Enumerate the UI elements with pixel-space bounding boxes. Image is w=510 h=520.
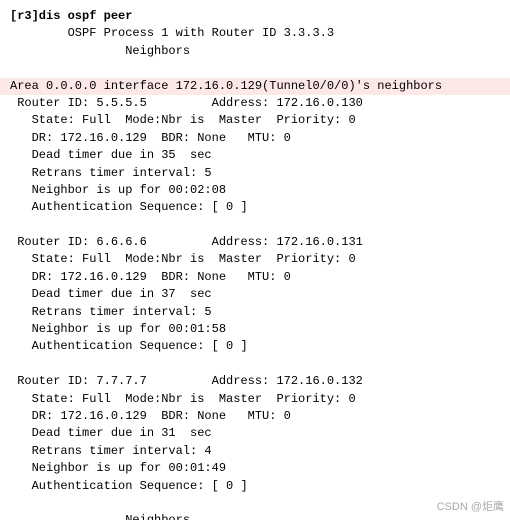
header2: Neighbors [10,43,500,60]
router3-id: Router ID: 7.7.7.7 Address: 172.16.0.132 [10,373,500,390]
router1-id: Router ID: 5.5.5.5 Address: 172.16.0.130 [10,95,500,112]
router3-dead: Dead timer due in 31 sec [10,425,500,442]
router2-dead: Dead timer due in 37 sec [10,286,500,303]
router3-auth: Authentication Sequence: [ 0 ] [10,478,500,495]
router2-auth: Authentication Sequence: [ 0 ] [10,338,500,355]
watermark: CSDN @炬鹰 [437,498,504,514]
router2-neighbor: Neighbor is up for 00:01:58 [10,321,500,338]
router2-retrans: Retrans timer interval: 5 [10,304,500,321]
prompt-line: [r3]dis ospf peer [10,8,500,25]
blank2 [10,217,500,234]
router3-state: State: Full Mode:Nbr is Master Priority:… [10,391,500,408]
router1-dr: DR: 172.16.0.129 BDR: None MTU: 0 [10,130,500,147]
router2-dr: DR: 172.16.0.129 BDR: None MTU: 0 [10,269,500,286]
terminal: [r3]dis ospf peer OSPF Process 1 with Ro… [0,0,510,520]
footer: Neighbors [10,512,500,520]
blank1 [10,60,500,77]
router2-state: State: Full Mode:Nbr is Master Priority:… [10,251,500,268]
router1-dead: Dead timer due in 35 sec [10,147,500,164]
router1-auth: Authentication Sequence: [ 0 ] [10,199,500,216]
router1-retrans: Retrans timer interval: 5 [10,165,500,182]
router3-dr: DR: 172.16.0.129 BDR: None MTU: 0 [10,408,500,425]
blank4 [10,495,500,512]
router2-id: Router ID: 6.6.6.6 Address: 172.16.0.131 [10,234,500,251]
router1-state: State: Full Mode:Nbr is Master Priority:… [10,112,500,129]
router3-retrans: Retrans timer interval: 4 [10,443,500,460]
router1-neighbor: Neighbor is up for 00:02:08 [10,182,500,199]
header1: OSPF Process 1 with Router ID 3.3.3.3 [10,25,500,42]
area-line: Area 0.0.0.0 interface 172.16.0.129(Tunn… [10,78,500,95]
blank3 [10,356,500,373]
router3-neighbor: Neighbor is up for 00:01:49 [10,460,500,477]
